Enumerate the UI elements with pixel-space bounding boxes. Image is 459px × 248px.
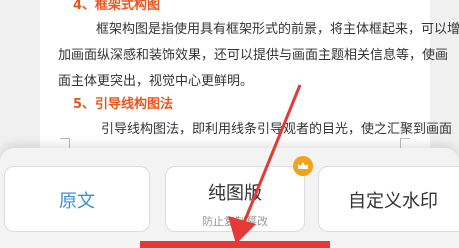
- annotation-arrow-icon: [228, 84, 302, 244]
- highlight-bar: [140, 241, 330, 248]
